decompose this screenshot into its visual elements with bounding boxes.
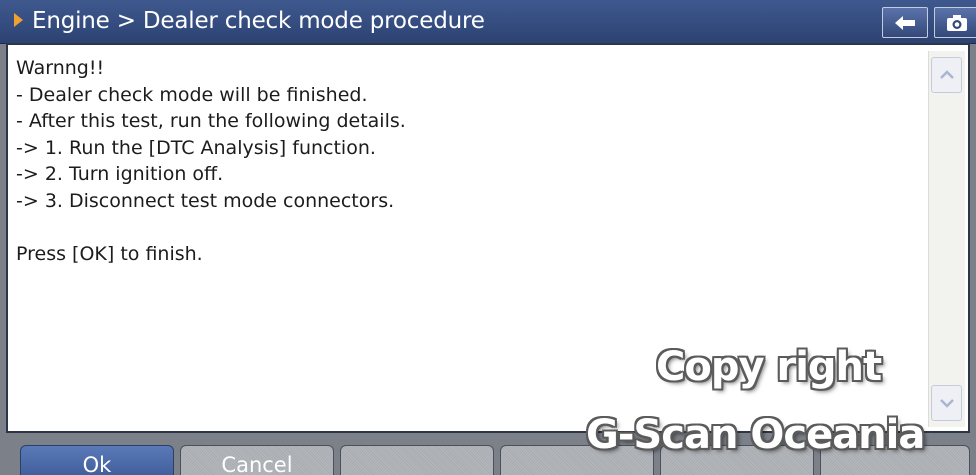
app-window: Engine > Dealer check mode procedure War… — [0, 0, 976, 475]
screenshot-button[interactable] — [934, 7, 976, 38]
breadcrumb-title: Engine > Dealer check mode procedure — [32, 8, 485, 34]
title-bar: Engine > Dealer check mode procedure — [0, 0, 976, 44]
message-line: -> 3. Disconnect test mode connectors. — [16, 189, 395, 212]
message-line — [16, 214, 921, 241]
back-arrow-icon — [895, 15, 915, 30]
vertical-scrollbar[interactable] — [928, 51, 965, 427]
ok-button[interactable]: Ok — [20, 445, 174, 475]
watermark-line-1: Copy right — [656, 344, 882, 390]
message-line: - After this test, run the following det… — [16, 110, 406, 132]
cancel-button[interactable]: Cancel — [180, 445, 334, 475]
message-line: Press [OK] to finish. — [16, 242, 203, 265]
message-line: -> 2. Turn ignition off. — [16, 163, 224, 185]
scroll-up-button[interactable] — [931, 57, 962, 93]
message-line: -> 1. Run the [DTC Analysis] function. — [16, 136, 376, 159]
scroll-down-button[interactable] — [931, 385, 962, 421]
chevron-up-icon — [939, 70, 954, 79]
title-arrow-icon — [14, 13, 23, 27]
message-text: Warnng!! - Dealer check mode will be fini… — [16, 55, 921, 267]
watermark-line-2: G-Scan Oceania — [586, 412, 925, 458]
back-button[interactable] — [882, 7, 928, 38]
camera-icon — [947, 14, 967, 31]
empty-softkey-3 — [340, 445, 494, 475]
message-line: Warnng!! — [16, 57, 105, 79]
chevron-down-icon — [939, 399, 954, 408]
message-line: - Dealer check mode will be finished. — [16, 83, 368, 106]
